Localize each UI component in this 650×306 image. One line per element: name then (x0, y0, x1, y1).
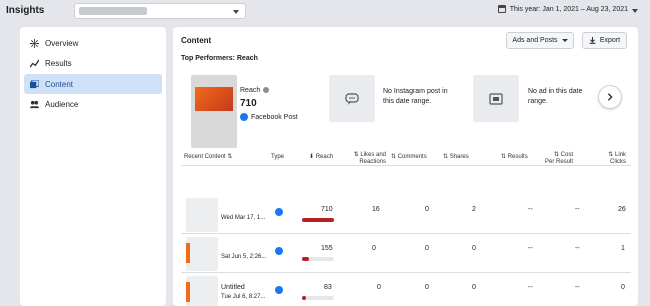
post-date: Wed Mar 17, 1... (221, 215, 266, 221)
reach-bar-fill (302, 296, 306, 300)
sidebar: Overview Results Content Audience (20, 27, 166, 306)
post-date: Tue Jul 6, 8:27... (221, 294, 266, 300)
top-performers-heading: Top Performers: Reach (181, 55, 258, 62)
comments-value: 0 (425, 245, 429, 252)
sidebar-item-content[interactable]: Content (24, 74, 162, 94)
table-row[interactable]: Sat Jun 5, 2:26... 155 0 0 0 -- -- 1 (181, 235, 631, 273)
sidebar-item-label: Content (45, 79, 74, 89)
table-header: Recent Content ⇅ Type ⬇ Reach ⇅ Likes an… (181, 148, 631, 166)
post-title: Untitled (221, 284, 245, 291)
sidebar-item-label: Overview (45, 38, 79, 48)
export-label: Export (599, 37, 621, 44)
reach-bar (302, 218, 334, 222)
top-post-source: Facebook Post (240, 113, 298, 121)
shares-value: 0 (472, 284, 476, 291)
col-comments[interactable]: ⇅ Comments (391, 154, 427, 161)
top-post-metric-label: Reach (240, 87, 270, 94)
col-shares[interactable]: ⇅ Shares (443, 154, 469, 161)
link-clicks-value: 1 (621, 245, 625, 252)
reach-value: 710 (321, 206, 333, 213)
likes-value: 16 (372, 206, 380, 213)
chevron-down-icon (233, 10, 239, 14)
results-icon (30, 59, 39, 68)
link-clicks-value: 26 (618, 206, 626, 213)
calendar-icon (497, 5, 506, 13)
reach-value: 83 (324, 284, 332, 291)
next-arrow-button[interactable] (598, 85, 622, 109)
shares-value: 2 (472, 206, 476, 213)
col-cost-per-result[interactable]: ⇅ Cost Per Result (543, 152, 573, 166)
page-title: Content (181, 36, 212, 45)
sidebar-item-overview[interactable]: Overview (24, 33, 162, 53)
cost-value: -- (575, 245, 580, 252)
facebook-icon (275, 208, 283, 216)
chevron-down-icon (561, 39, 568, 42)
comments-value: 0 (425, 284, 429, 291)
reach-value: 155 (321, 245, 333, 252)
top-post-reach-value: 710 (240, 98, 257, 109)
table-row[interactable]: Untitled Tue Jul 6, 8:27... 83 0 0 0 -- … (181, 274, 631, 306)
likes-value: 0 (372, 245, 376, 252)
likes-value: 0 (377, 284, 381, 291)
instagram-empty-text: No Instagram post in this date range. (383, 88, 448, 105)
page-name-redacted (79, 7, 147, 15)
ad-empty-text: No ad in this date range. (528, 88, 583, 105)
col-link-clicks[interactable]: ⇅ Link Clicks (596, 152, 626, 166)
content-icon (30, 79, 39, 88)
date-range-label: This year: Jan 1, 2021 – Aug 23, 2021 (509, 5, 628, 13)
col-results[interactable]: ⇅ Results (501, 154, 528, 161)
col-type[interactable]: Type (271, 154, 284, 161)
table-row[interactable]: Wed Mar 17, 1... 710 16 0 2 -- -- 26 (181, 196, 631, 234)
reach-bar-fill (302, 218, 334, 222)
shares-value: 0 (472, 245, 476, 252)
cost-value: -- (575, 284, 580, 291)
date-range-picker[interactable]: This year: Jan 1, 2021 – Aug 23, 2021 (497, 5, 628, 13)
sidebar-item-label: Audience (45, 100, 79, 109)
overview-icon (30, 38, 39, 48)
ad-placeholder (473, 75, 519, 122)
info-icon[interactable] (263, 87, 270, 94)
col-likes[interactable]: ⇅ Likes and Reactions (346, 152, 386, 166)
top-post-thumbnail[interactable] (191, 75, 237, 148)
thumbnail-image (186, 282, 190, 302)
post-thumbnail (186, 198, 218, 232)
insights-title: Insights (6, 5, 45, 16)
reach-bar (302, 296, 334, 300)
facebook-icon (275, 247, 283, 255)
reach-bar-fill (302, 257, 310, 261)
sidebar-item-audience[interactable]: Audience (24, 95, 162, 115)
results-value: -- (528, 206, 533, 213)
date-range-chevron-icon[interactable] (632, 9, 638, 13)
export-button[interactable]: Export (582, 32, 627, 49)
results-value: -- (528, 245, 533, 252)
audience-icon (30, 100, 39, 109)
top-bar: Insights This year: Jan 1, 2021 – Aug 23… (0, 0, 650, 22)
content-panel: Content Ads and Posts Export Top Perform… (173, 27, 638, 306)
results-value: -- (528, 284, 533, 291)
post-thumbnail (186, 276, 218, 306)
sidebar-item-label: Results (45, 59, 72, 68)
chat-bubble-icon (345, 92, 359, 105)
ads-and-posts-label: Ads and Posts (512, 37, 558, 44)
instagram-placeholder (329, 75, 375, 122)
post-thumbnail (186, 237, 218, 271)
col-recent-content[interactable]: Recent Content ⇅ (184, 154, 232, 161)
chevron-right-icon (607, 93, 613, 101)
sidebar-item-results[interactable]: Results (24, 54, 162, 74)
comments-value: 0 (425, 206, 429, 213)
page-selector-dropdown[interactable] (74, 3, 246, 19)
cost-value: -- (575, 206, 580, 213)
facebook-icon (240, 113, 248, 121)
download-icon (589, 37, 596, 44)
col-reach[interactable]: ⬇ Reach (309, 154, 333, 161)
top-post-source-label: Facebook Post (251, 113, 298, 121)
ads-and-posts-dropdown[interactable]: Ads and Posts (506, 32, 574, 49)
link-clicks-value: 0 (621, 284, 625, 291)
post-date: Sat Jun 5, 2:26... (221, 254, 267, 260)
reach-bar (302, 257, 334, 261)
thumbnail-image (186, 243, 190, 263)
thumbnail-image (195, 87, 233, 111)
facebook-icon (275, 286, 283, 294)
ad-screen-icon (489, 92, 503, 105)
